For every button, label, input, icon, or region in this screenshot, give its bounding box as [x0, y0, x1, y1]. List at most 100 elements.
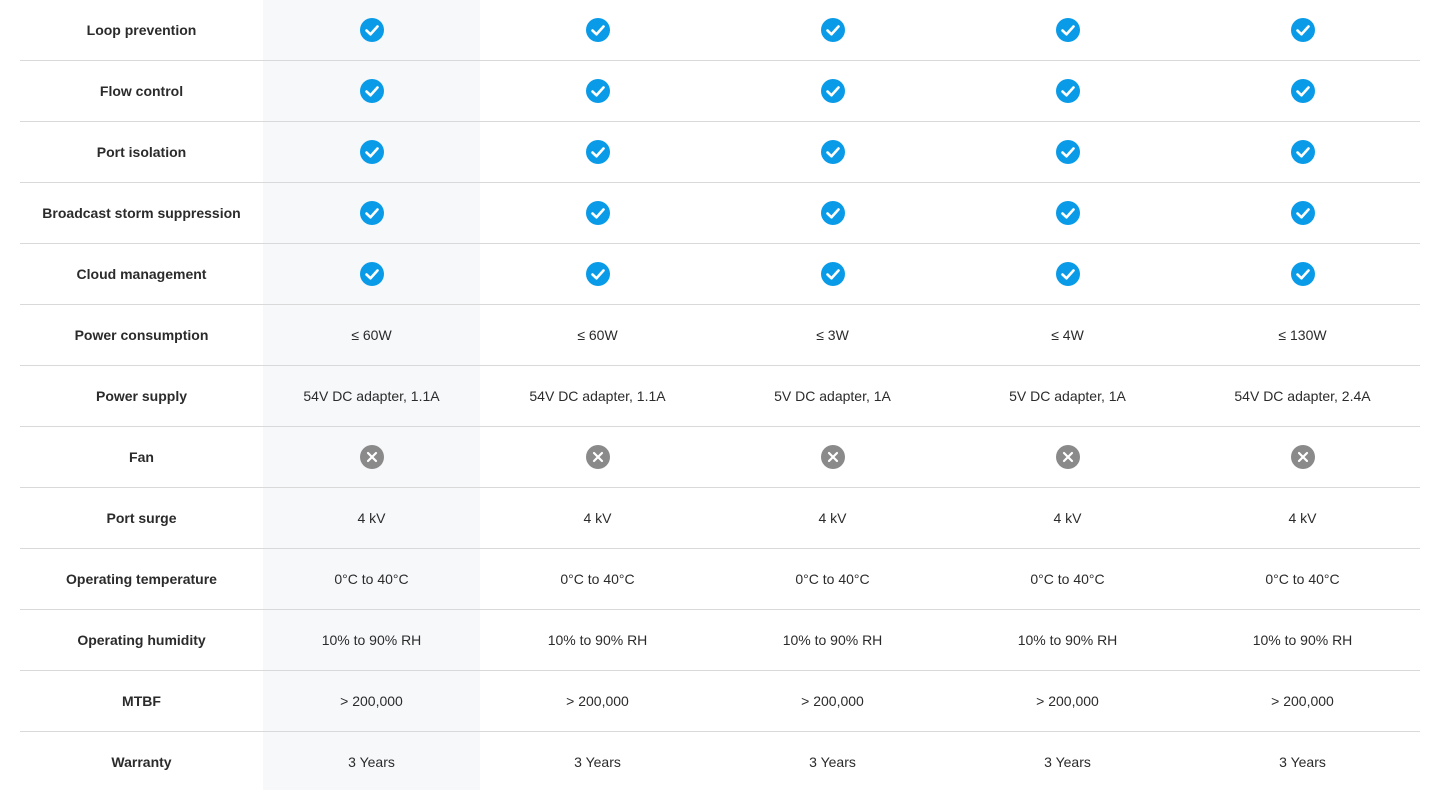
table-cell-value: ≤ 60W — [263, 304, 480, 366]
table-cell-value: 3 Years — [1044, 754, 1091, 770]
table-cell-icon — [263, 243, 480, 305]
table-cell-value: 54V DC adapter, 1.1A — [480, 365, 715, 427]
table-cell-icon — [263, 0, 480, 61]
table-cell-icon — [263, 121, 480, 183]
cross-icon — [820, 445, 845, 469]
check-icon — [1290, 140, 1315, 164]
table-row-flow-control: Flow control — [20, 60, 1420, 122]
table-cell-value: > 200,000 — [715, 670, 950, 732]
table-cell-value: 54V DC adapter, 2.4A — [1185, 365, 1420, 427]
table-row-power-consumption: Power consumption ≤ 60W ≤ 60W ≤ 3W ≤ 4W ≤ 130… — [20, 304, 1420, 366]
check-icon — [1290, 79, 1315, 103]
table-row-loop-prevention: Loop prevention — [20, 0, 1420, 61]
table-cell-value: 3 Years — [348, 754, 395, 770]
check-icon — [1290, 262, 1315, 286]
table-cell-value: > 200,000 — [1185, 670, 1420, 732]
table-cell-value: > 200,000 — [263, 670, 480, 732]
check-icon — [820, 18, 845, 42]
check-icon — [820, 201, 845, 225]
check-icon — [585, 262, 610, 286]
row-label: MTBF — [20, 670, 263, 732]
table-row-fan: Fan — [20, 426, 1420, 488]
table-row-cloud-management: Cloud management — [20, 243, 1420, 305]
row-label: Port surge — [20, 487, 263, 549]
table-cell-icon — [263, 182, 480, 244]
check-icon — [359, 79, 384, 103]
row-label: Cloud management — [20, 243, 263, 305]
table-cell-icon — [715, 243, 950, 305]
table-cell-value: 10% to 90% RH — [480, 609, 715, 671]
table-row-port-surge: Port surge 4 kV 4 kV 4 kV 4 kV 4 kV — [20, 487, 1420, 549]
check-icon — [1055, 201, 1080, 225]
table-cell-value: 0°C to 40°C — [950, 548, 1185, 610]
table-cell-value: 0°C to 40°C — [263, 548, 480, 610]
table-cell-icon — [1185, 426, 1420, 488]
table-row-port-isolation: Port isolation — [20, 121, 1420, 183]
table-cell-icon — [950, 121, 1185, 183]
table-cell-icon — [1185, 243, 1420, 305]
table-cell-value: 4 kV — [950, 487, 1185, 549]
table-cell-icon — [480, 243, 715, 305]
table-row-operating-humidity: Operating humidity 10% to 90% RH 10% to 90… — [20, 609, 1420, 671]
table-cell-value: 3 Years — [1279, 754, 1326, 770]
table-row-broadcast-storm-suppression: Broadcast storm suppression — [20, 182, 1420, 244]
table-cell-value: 10% to 90% RH — [715, 609, 950, 671]
table-cell-icon — [715, 182, 950, 244]
table-cell-value: 4 kV — [1185, 487, 1420, 549]
row-label: Operating temperature — [20, 548, 263, 610]
check-icon — [820, 262, 845, 286]
table-cell-icon — [715, 121, 950, 183]
table-cell-value: 0°C to 40°C — [1185, 548, 1420, 610]
row-label: Flow control — [20, 60, 263, 122]
row-label: Broadcast storm suppression — [20, 182, 263, 244]
table-cell-icon — [1185, 182, 1420, 244]
table-cell-value: > 200,000 — [950, 670, 1185, 732]
check-icon — [1055, 262, 1080, 286]
table-cell-value: ≤ 4W — [950, 304, 1185, 366]
table-cell-value: 4 kV — [480, 487, 715, 549]
table-cell-icon — [950, 243, 1185, 305]
check-icon — [1290, 18, 1315, 42]
row-label: Port isolation — [20, 121, 263, 183]
table-cell-value: 4 kV — [263, 487, 480, 549]
table-cell-icon — [1185, 0, 1420, 61]
table-cell-value: 3 Years — [809, 754, 856, 770]
check-icon — [820, 140, 845, 164]
table-cell-value: 4 kV — [715, 487, 950, 549]
cross-icon — [359, 445, 384, 469]
table-cell-icon — [480, 121, 715, 183]
table-cell-value: 54V DC adapter, 1.1A — [263, 365, 480, 427]
table-cell-value: 5V DC adapter, 1A — [715, 365, 950, 427]
row-label: Power supply — [20, 365, 263, 427]
cross-icon — [585, 445, 610, 469]
check-icon — [585, 140, 610, 164]
check-icon — [585, 201, 610, 225]
row-label: Power consumption — [20, 304, 263, 366]
table-cell-value: 0°C to 40°C — [715, 548, 950, 610]
table-cell-icon — [950, 60, 1185, 122]
table-row-power-supply: Power supply 54V DC adapter, 1.1A 54V DC a… — [20, 365, 1420, 427]
check-icon — [359, 140, 384, 164]
table-cell-icon — [263, 60, 480, 122]
row-label: Loop prevention — [20, 0, 263, 61]
check-icon — [359, 18, 384, 42]
table-cell-icon — [715, 0, 950, 61]
table-cell-icon — [1185, 121, 1420, 183]
table-row-operating-temperature: Operating temperature 0°C to 40°C 0°C to 4… — [20, 548, 1420, 610]
check-icon — [359, 201, 384, 225]
table-cell-icon — [263, 426, 480, 488]
row-label: Fan — [20, 426, 263, 488]
table-cell-value: 5V DC adapter, 1A — [950, 365, 1185, 427]
check-icon — [585, 18, 610, 42]
table-cell-value: 10% to 90% RH — [1185, 609, 1420, 671]
table-cell-value: 3 Years — [574, 754, 621, 770]
table-cell-value: ≤ 60W — [480, 304, 715, 366]
table-cell-icon — [480, 182, 715, 244]
table-cell-value: > 200,000 — [480, 670, 715, 732]
table-cell-icon — [715, 60, 950, 122]
spec-comparison-table: Loop prevention Flow control Port isolatio… — [20, 0, 1420, 792]
spec-table-body: Loop prevention Flow control Port isolatio… — [20, 0, 1420, 792]
table-cell-icon — [950, 0, 1185, 61]
table-cell-value: 10% to 90% RH — [950, 609, 1185, 671]
cross-icon — [1290, 445, 1315, 469]
